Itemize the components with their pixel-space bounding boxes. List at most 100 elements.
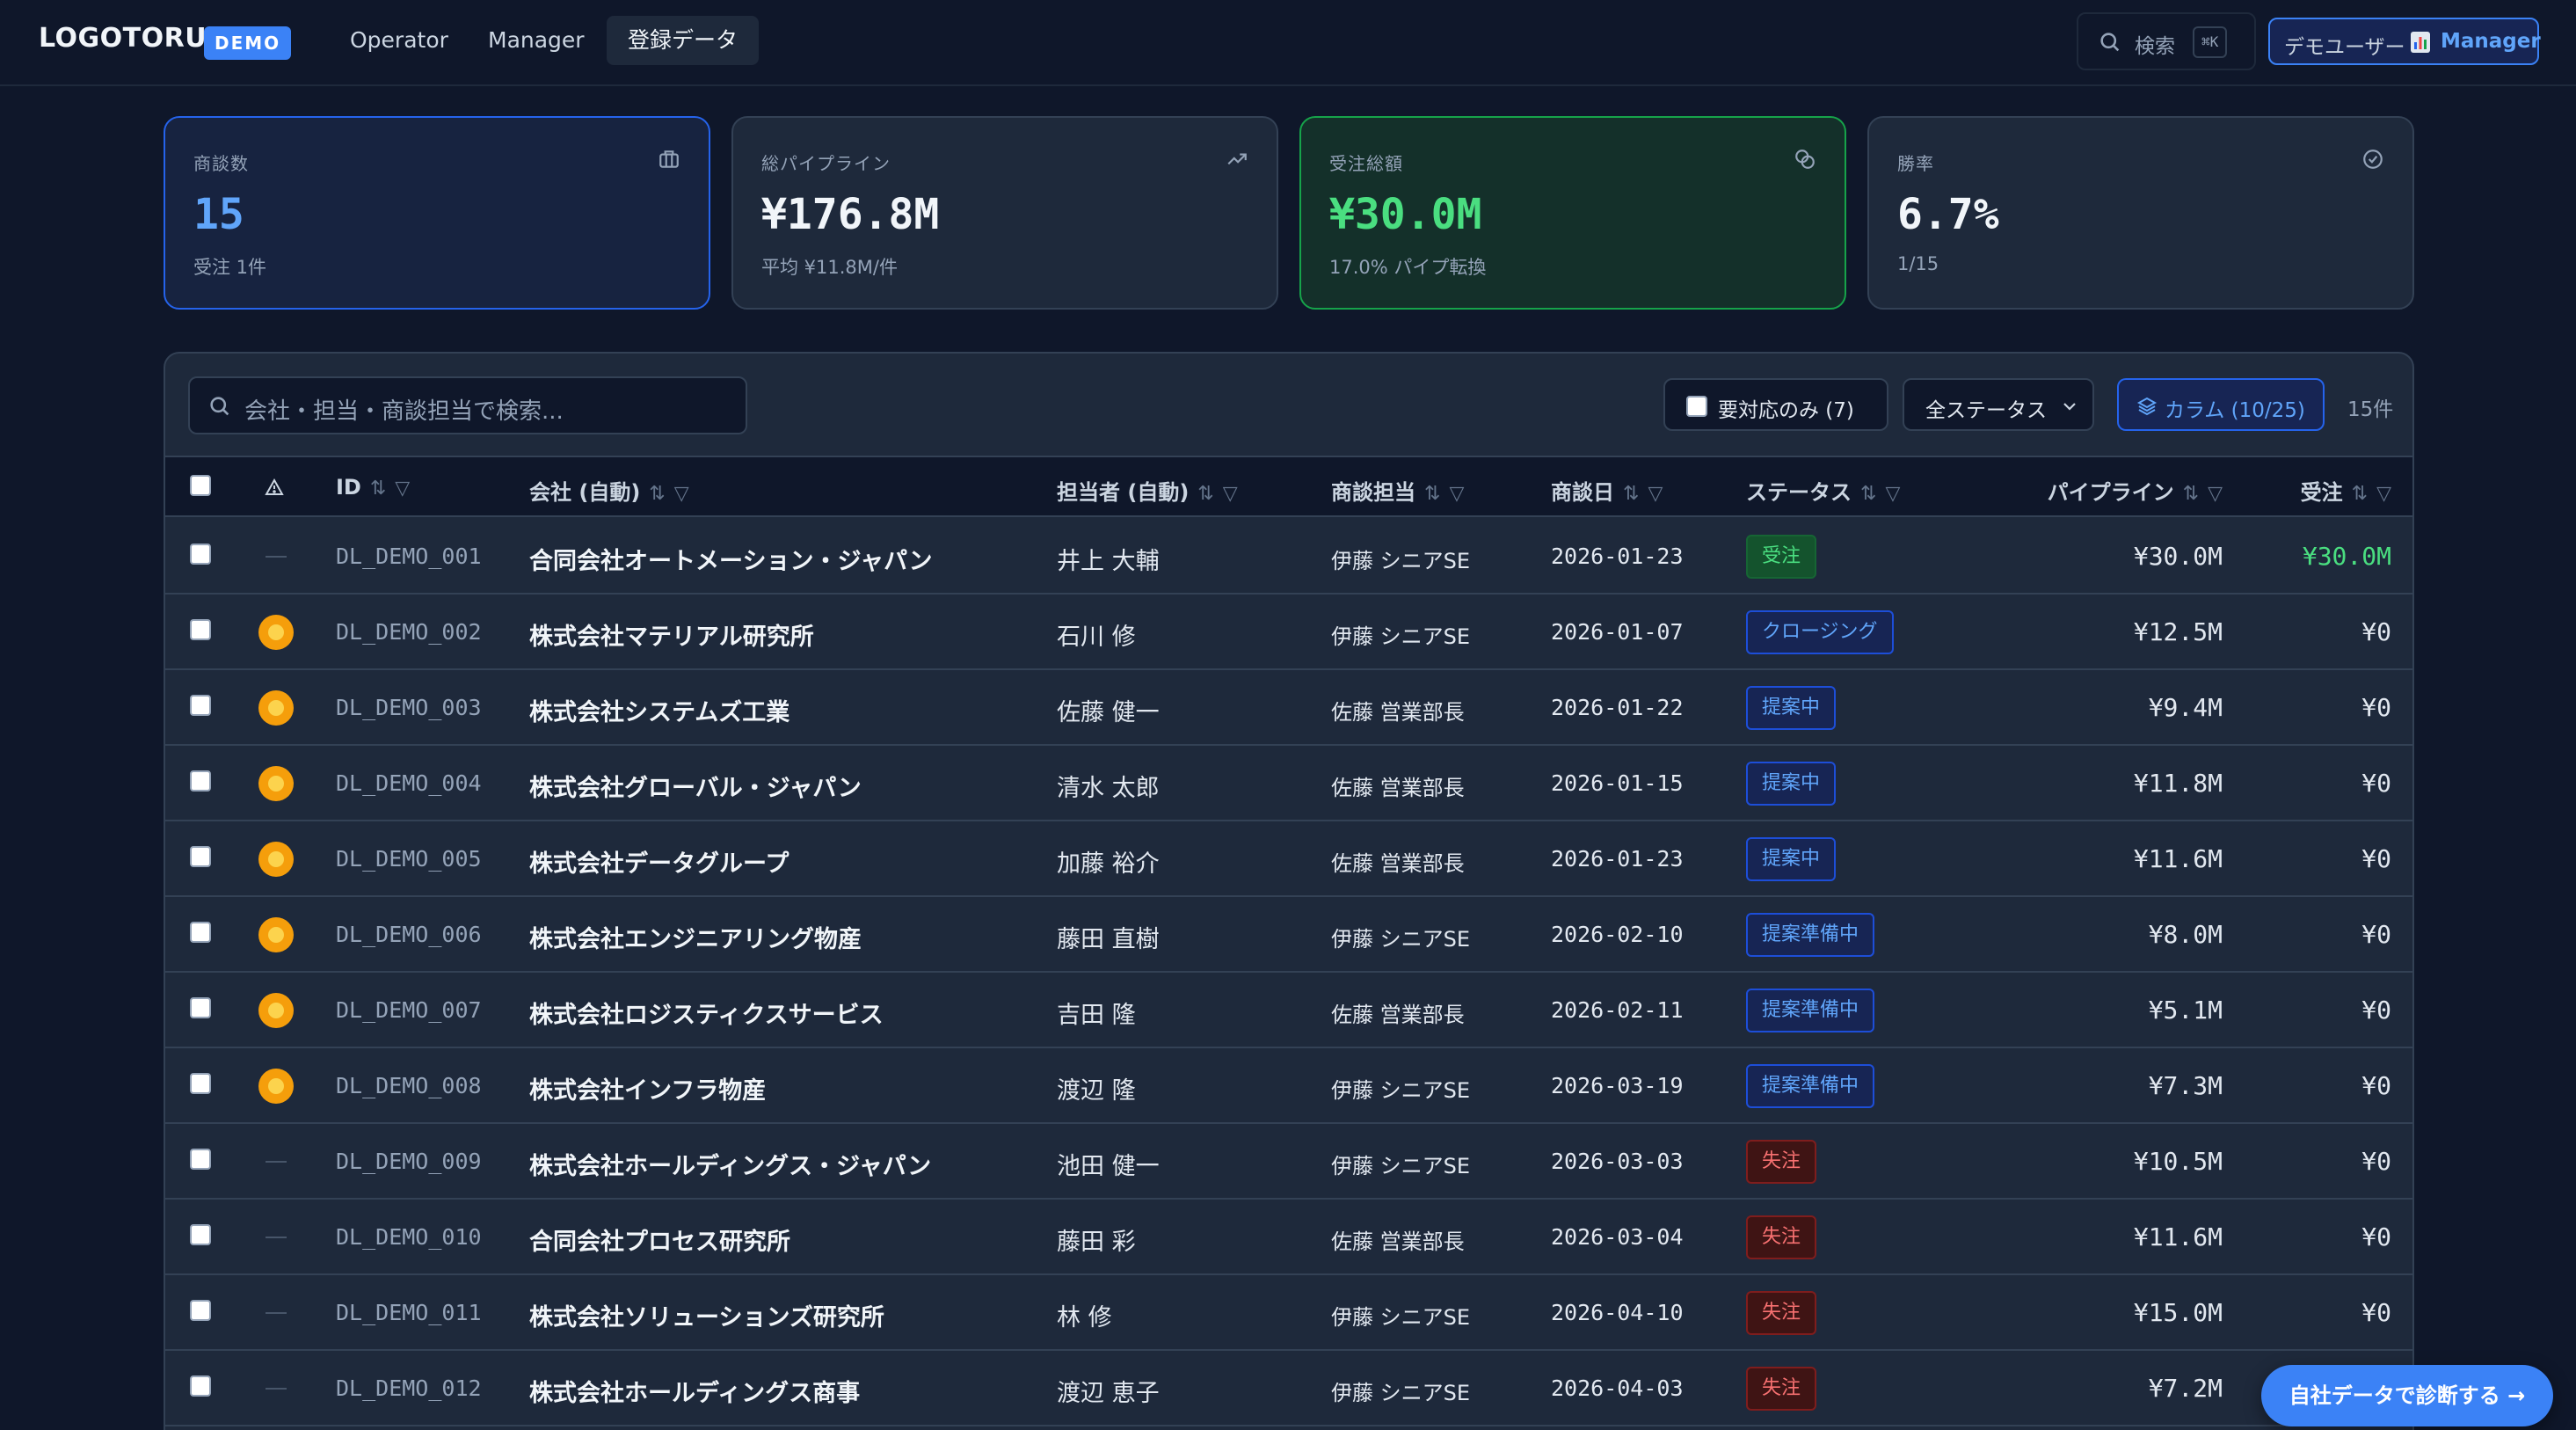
deals-table-panel: 会社・担当・商談担当で検索... 要対応のみ (7) 全ステータス カラム (1… [164, 352, 2414, 1430]
filter-icon[interactable]: ▽ [1449, 483, 1464, 505]
sort-icon[interactable]: ⇅ [2183, 483, 2199, 505]
column-id[interactable]: ID ⇅ ▽ [336, 475, 410, 500]
table-row[interactable]: DL_DEMO_005 株式会社データグループ 加藤 裕介 佐藤 営業部長 2026-0… [165, 821, 2412, 897]
status-badge: 提案準備中 [1746, 989, 1875, 1032]
table-row[interactable]: DL_DEMO_007 株式会社ロジスティクスサービス 吉田 隆 佐藤 営業部長 202… [165, 973, 2412, 1048]
deal-id[interactable]: DL_DEMO_001 [336, 544, 482, 569]
row-checkbox[interactable] [190, 619, 211, 640]
deal-id[interactable]: DL_DEMO_007 [336, 997, 482, 1023]
status-select[interactable]: 全ステータス [1903, 378, 2094, 431]
company-name[interactable]: 株式会社システムズ工業 [529, 693, 790, 727]
filter-icon[interactable]: ▽ [395, 478, 410, 500]
table-row[interactable]: DL_DEMO_004 株式会社グローバル・ジャパン 清水 太郎 佐藤 営業部長 202… [165, 746, 2412, 821]
deal-id[interactable]: DL_DEMO_005 [336, 846, 482, 872]
table-row[interactable]: DL_DEMO_002 株式会社マテリアル研究所 石川 修 伊藤 シニアSE 2026-… [165, 595, 2412, 670]
bar-chart-icon [2411, 32, 2430, 53]
needs-action-filter[interactable]: 要対応のみ (7) [1663, 378, 1888, 431]
company-name[interactable]: 株式会社マテリアル研究所 [529, 617, 814, 652]
deal-id[interactable]: DL_DEMO_003 [336, 695, 482, 720]
deal-owner: 伊藤 シニアSE [1331, 1305, 1471, 1330]
filter-icon[interactable]: ▽ [1885, 483, 1900, 505]
row-checkbox[interactable] [190, 1073, 211, 1094]
column-pipeline[interactable]: パイプライン ⇅ ▽ [2048, 475, 2223, 506]
pipeline-amount: ¥7.2M [2148, 1374, 2223, 1403]
sort-icon[interactable]: ⇅ [1623, 483, 1639, 505]
company-name[interactable]: 株式会社インフラ物産 [529, 1071, 766, 1105]
column-won[interactable]: 受注 ⇅ ▽ [2301, 475, 2391, 506]
table-row[interactable]: DL_DEMO_003 株式会社システムズ工業 佐藤 健一 佐藤 営業部長 2026-0… [165, 670, 2412, 746]
table-row[interactable]: DL_DEMO_006 株式会社エンジニアリング物産 藤田 直樹 伊藤 シニアSE 20… [165, 897, 2412, 973]
columns-button[interactable]: カラム (10/25) [2117, 378, 2325, 431]
diagnose-cta-button[interactable]: 自社データで診断する → [2261, 1365, 2553, 1426]
company-name[interactable]: 合同会社プロセス研究所 [529, 1222, 790, 1257]
filter-icon[interactable]: ▽ [1223, 483, 1238, 505]
table-search-input[interactable]: 会社・担当・商談担当で検索... [188, 376, 747, 434]
briefcase-icon [659, 150, 679, 168]
row-checkbox[interactable] [190, 1224, 211, 1245]
app-logo[interactable]: LOGOTORU [39, 23, 207, 54]
no-alert-dash [266, 1161, 287, 1163]
user-menu-button[interactable]: デモユーザー Manager [2268, 18, 2541, 65]
filter-icon[interactable]: ▽ [2376, 483, 2391, 505]
column-contact[interactable]: 担当者 (自動) ⇅ ▽ [1057, 475, 1238, 506]
deal-date: 2026-02-11 [1551, 997, 1684, 1023]
filter-icon[interactable]: ▽ [2208, 483, 2223, 505]
filter-icon[interactable]: ▽ [1648, 483, 1663, 505]
row-checkbox[interactable] [190, 770, 211, 792]
column-date-label: 商談日 [1551, 480, 1614, 505]
sort-icon[interactable]: ⇅ [1197, 483, 1213, 505]
deal-id[interactable]: DL_DEMO_011 [336, 1300, 482, 1325]
won-amount: ¥0 [2361, 920, 2391, 949]
deal-id[interactable]: DL_DEMO_012 [336, 1375, 482, 1401]
sort-icon[interactable]: ⇅ [649, 483, 665, 505]
table-row[interactable]: DL_DEMO_008 株式会社インフラ物産 渡辺 隆 伊藤 シニアSE 2026-03… [165, 1048, 2412, 1124]
table-row[interactable]: DL_DEMO_010 合同会社プロセス研究所 藤田 彩 佐藤 営業部長 2026-03… [165, 1200, 2412, 1275]
company-name[interactable]: 株式会社グローバル・ジャパン [529, 769, 862, 803]
global-search-button[interactable]: 検索 ⌘K [2077, 12, 2256, 70]
table-row[interactable]: DL_DEMO_012 株式会社ホールディングス商事 渡辺 恵子 伊藤 シニアSE 20… [165, 1351, 2412, 1426]
deal-id[interactable]: DL_DEMO_006 [336, 922, 482, 947]
row-checkbox[interactable] [190, 1375, 211, 1397]
sort-icon[interactable]: ⇅ [2352, 483, 2368, 505]
no-alert-dash [266, 1312, 287, 1314]
nav-manager[interactable]: Manager [467, 16, 606, 65]
filter-icon[interactable]: ▽ [674, 483, 689, 505]
sort-icon[interactable]: ⇅ [1424, 483, 1440, 505]
row-checkbox[interactable] [190, 922, 211, 943]
company-name[interactable]: 株式会社エンジニアリング物産 [529, 920, 862, 954]
deal-owner: 伊藤 シニアSE [1331, 1078, 1471, 1103]
company-name[interactable]: 株式会社ロジスティクスサービス [529, 996, 884, 1030]
select-all-checkbox[interactable] [190, 475, 211, 496]
column-date[interactable]: 商談日 ⇅ ▽ [1551, 475, 1663, 506]
warning-icon [265, 478, 284, 495]
deal-id[interactable]: DL_DEMO_009 [336, 1149, 482, 1174]
company-name[interactable]: 合同会社オートメーション・ジャパン [529, 542, 932, 576]
deal-id[interactable]: DL_DEMO_002 [336, 619, 482, 645]
nav-registered-data[interactable]: 登録データ [607, 16, 760, 65]
company-name[interactable]: 株式会社ソリューションズ研究所 [529, 1298, 884, 1332]
row-checkbox[interactable] [190, 544, 211, 565]
sort-icon[interactable]: ⇅ [1860, 483, 1876, 505]
column-company[interactable]: 会社 (自動) ⇅ ▽ [529, 475, 689, 506]
row-checkbox[interactable] [190, 997, 211, 1018]
checkbox[interactable] [1686, 396, 1707, 417]
sort-icon[interactable]: ⇅ [370, 478, 386, 500]
column-status[interactable]: ステータス ⇅ ▽ [1746, 475, 1900, 506]
won-amount: ¥0 [2361, 1071, 2391, 1100]
column-owner[interactable]: 商談担当 ⇅ ▽ [1331, 475, 1464, 506]
deal-id[interactable]: DL_DEMO_008 [336, 1073, 482, 1098]
row-checkbox[interactable] [190, 1149, 211, 1170]
user-name: デモユーザー [2284, 36, 2405, 59]
row-checkbox[interactable] [190, 846, 211, 867]
company-name[interactable]: 株式会社ホールディングス・ジャパン [529, 1147, 931, 1181]
row-checkbox[interactable] [190, 1300, 211, 1321]
deal-id[interactable]: DL_DEMO_010 [336, 1224, 482, 1250]
nav-operator[interactable]: Operator [329, 16, 469, 65]
company-name[interactable]: 株式会社ホールディングス商事 [529, 1374, 860, 1408]
row-checkbox[interactable] [190, 695, 211, 716]
table-row[interactable]: DL_DEMO_011 株式会社ソリューションズ研究所 林 修 伊藤 シニアSE 202… [165, 1275, 2412, 1351]
company-name[interactable]: 株式会社データグループ [529, 844, 789, 879]
table-row[interactable]: DL_DEMO_001 合同会社オートメーション・ジャパン 井上 大輔 伊藤 シニアS… [165, 519, 2412, 595]
table-row[interactable]: DL_DEMO_009 株式会社ホールディングス・ジャパン 池田 健一 伊藤 シニアS… [165, 1124, 2412, 1200]
deal-id[interactable]: DL_DEMO_004 [336, 770, 482, 796]
